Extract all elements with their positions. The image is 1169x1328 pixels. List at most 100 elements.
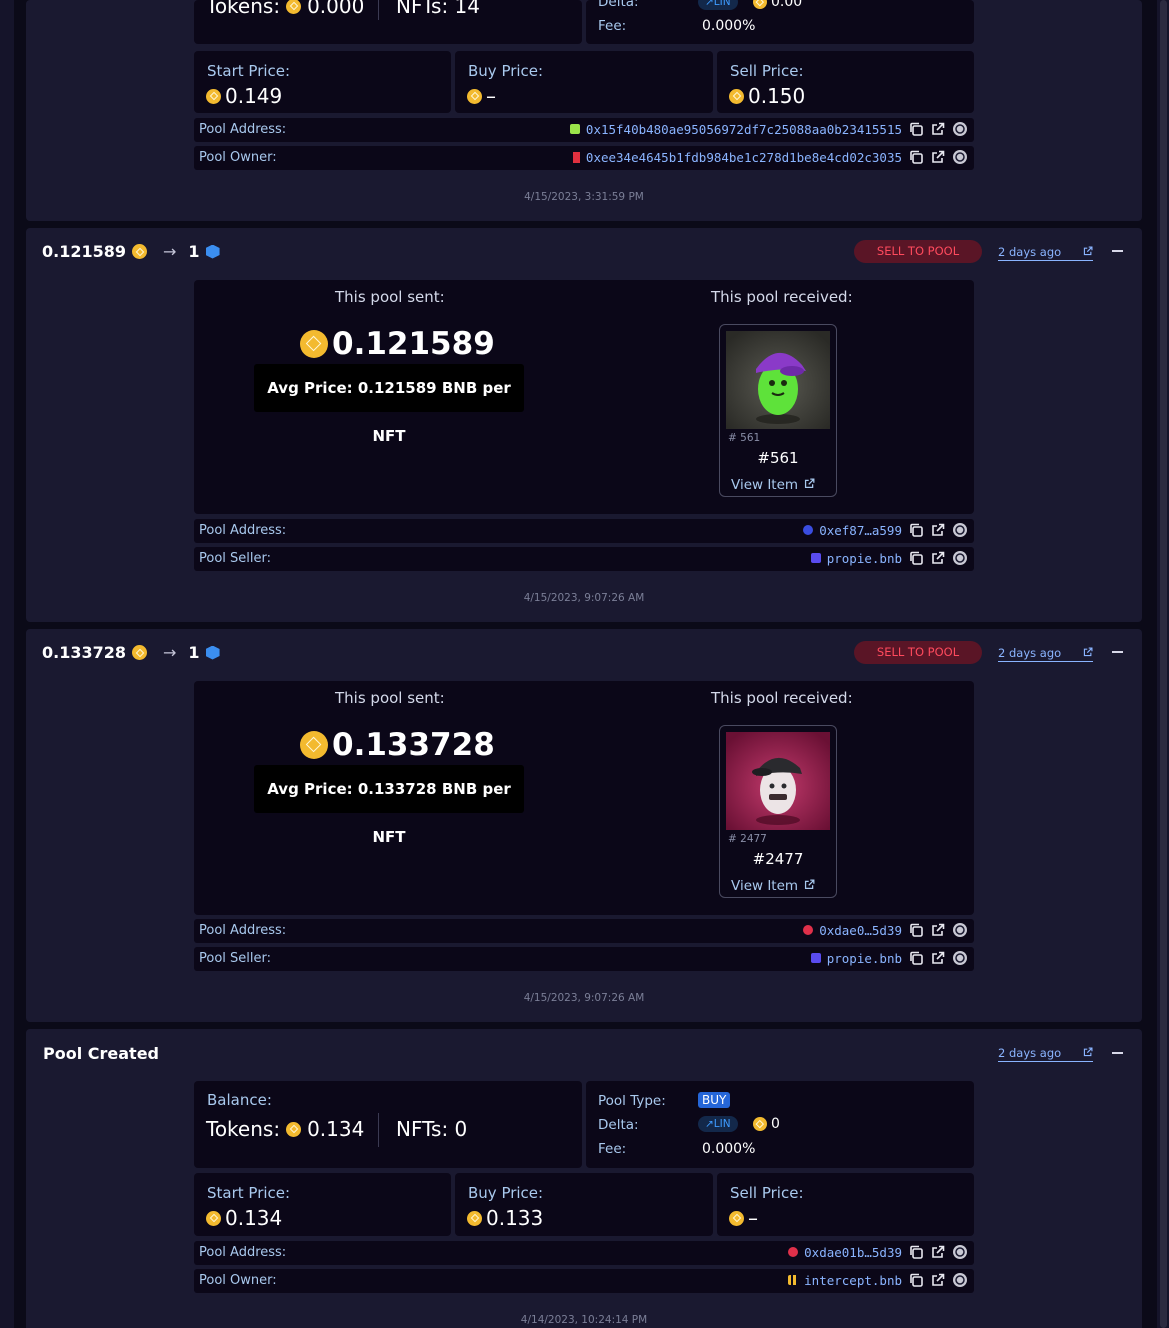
event-timestamp: 4/14/2023, 10:24:14 PM [520,1314,648,1326]
external-link-icon[interactable] [930,922,946,938]
copy-icon[interactable] [908,149,924,165]
explorer-icon[interactable] [952,1272,968,1288]
buy-price-value: – [486,84,496,108]
explorer-icon[interactable] [952,1244,968,1260]
nft-image [726,732,830,830]
avg-price-tooltip: Avg Price: 0.121589 BNB per NFT [254,364,524,445]
nft-id: #561 [757,449,799,467]
external-link-icon[interactable] [930,950,946,966]
external-link-icon [804,477,815,493]
copy-icon[interactable] [908,121,924,137]
delta-label: Delta: [598,0,639,10]
event-timestamp: 4/15/2023, 9:07:26 AM [523,592,645,604]
copy-icon[interactable] [908,522,924,538]
pool-address-link[interactable]: 0xdae0…5d39 [819,923,902,938]
start-price-value: 0.149 [225,84,283,108]
collapse-icon[interactable] [1112,1052,1123,1054]
explorer-icon[interactable] [952,550,968,566]
scrollbar[interactable] [1157,0,1169,1328]
start-price-panel: Start Price: 0.134 [194,1173,451,1236]
bnb-coin-icon [729,88,744,104]
nft-card[interactable]: # 2477 #2477 View Item [719,725,837,898]
fee-label: Fee: [598,1141,627,1157]
pool-seller-link[interactable]: propie.bnb [827,551,902,566]
nft-image [726,331,830,429]
balance-panel: Tokens: 0.000 NFTs: 14 [194,0,582,44]
bnb-coin-icon [467,88,482,104]
balance-panel: Balance: Tokens: 0.134 NFTs: 0 [194,1081,582,1168]
external-link-icon[interactable] [930,1244,946,1260]
trade-card: 0.133728 → 1 SELL TO POOL 2 days ago Thi… [26,629,1142,1022]
tokens-balance: Tokens: 0.000 [206,0,365,18]
event-timestamp: 4/15/2023, 9:07:26 AM [523,992,645,1004]
delta-mode-badge: ↗LIN [698,1116,738,1132]
start-price-panel: Start Price: 0.149 [194,51,451,113]
trade-summary: 0.133728 → 1 [42,643,220,662]
external-link-icon[interactable] [930,149,946,165]
pool-owner-link[interactable]: intercept.bnb [804,1273,902,1288]
external-link-icon [1083,646,1093,660]
arrow-right-icon: → [163,643,177,662]
pool-seller-row: Pool Seller: propie.bnb [194,547,974,571]
start-price-value: 0.134 [225,1206,283,1230]
copy-icon[interactable] [908,1244,924,1260]
external-link-icon[interactable] [930,1272,946,1288]
time-ago-link[interactable]: 2 days ago [998,1046,1093,1062]
pool-address-link[interactable]: 0xdae01b…5d39 [804,1245,902,1260]
arrow-right-icon: → [163,242,177,261]
collapse-icon[interactable] [1112,250,1123,252]
tokens-balance: Tokens: 0.134 [206,1117,365,1141]
divider [378,0,379,20]
sell-price-panel: Sell Price: – [717,1173,974,1236]
nfts-balance: NFTs: 14 [396,0,480,18]
external-link-icon[interactable] [930,121,946,137]
sell-price-value: – [748,1206,758,1230]
pool-owner-link[interactable]: 0xee34e4645b1fdb984be1c278d1be8e4cd02c30… [586,150,902,165]
copy-icon[interactable] [908,922,924,938]
copy-icon[interactable] [908,550,924,566]
delta-mode-badge: ↗LIN [698,0,738,10]
time-ago-link[interactable]: 2 days ago [998,245,1093,261]
explorer-icon[interactable] [952,121,968,137]
nft-icon [205,645,220,660]
sent-amount: 0.121589 [300,326,495,362]
nft-icon [205,244,220,259]
collapse-icon[interactable] [1112,651,1123,653]
bnb-coin-icon [300,330,328,358]
view-item-link[interactable]: View Item [731,477,815,493]
address-avatar-icon [788,1247,799,1257]
address-avatar-icon [803,525,814,535]
explorer-icon[interactable] [952,522,968,538]
explorer-icon[interactable] [952,950,968,966]
time-ago-link[interactable]: 2 days ago [998,646,1093,662]
address-avatar-icon [569,124,580,134]
external-link-icon [1083,245,1093,259]
action-badge: SELL TO POOL [854,641,982,664]
pool-seller-link[interactable]: propie.bnb [827,951,902,966]
pool-address-link[interactable]: 0x15f40b480ae95056972df7c25088aa0b234155… [586,122,902,137]
bnb-coin-icon [286,0,302,14]
view-item-link[interactable]: View Item [731,878,815,894]
fee-value: 0.000% [702,18,756,34]
address-avatar-icon [803,925,814,935]
buy-price-panel: Buy Price: – [455,51,713,113]
transfer-panel: This pool sent: This pool received: 0.13… [194,681,974,915]
pool-address-link[interactable]: 0xef87…a599 [819,523,902,538]
nft-card[interactable]: # 561 #561 View Item [719,324,837,497]
sent-amount: 0.133728 [300,727,495,763]
scrollbar-thumb[interactable] [1160,0,1167,1328]
external-link-icon[interactable] [930,550,946,566]
pool-address-row: Pool Address: 0xdae01b…5d39 [194,1241,974,1265]
copy-icon[interactable] [908,1272,924,1288]
bnb-coin-icon [132,244,148,259]
address-avatar-icon [810,553,821,563]
explorer-icon[interactable] [952,922,968,938]
external-link-icon[interactable] [930,522,946,538]
explorer-icon[interactable] [952,149,968,165]
copy-icon[interactable] [908,950,924,966]
bnb-coin-icon [132,645,148,660]
delta-value: 0 [753,1116,780,1132]
delta-value: 0.00 [753,0,802,10]
pool-owner-row: Pool Owner: intercept.bnb [194,1269,974,1293]
bnb-coin-icon [753,1117,767,1131]
